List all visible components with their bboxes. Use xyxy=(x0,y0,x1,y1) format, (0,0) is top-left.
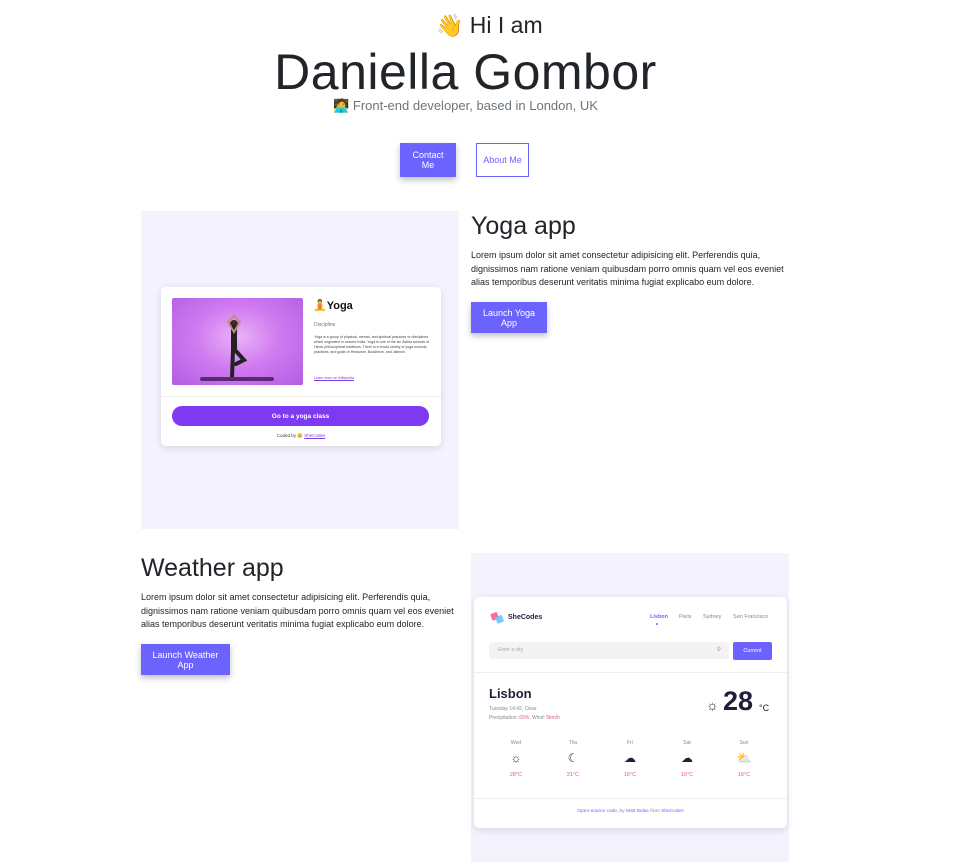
yoga-class-button[interactable]: Go to a yoga class xyxy=(172,406,429,426)
tagline: 🧑‍💻 Front-end developer, based in London… xyxy=(333,98,598,113)
search-placeholder: Enter a city xyxy=(498,647,524,653)
weather-city: Lisbon xyxy=(489,686,532,701)
yoga-photo xyxy=(172,298,303,385)
source-code-link[interactable]: Open-source code xyxy=(577,809,616,814)
forecast-temp: 21°C xyxy=(566,772,580,778)
technologist-icon: 🧑‍💻 xyxy=(333,98,350,113)
shecodes-footer-link[interactable]: SheCodes xyxy=(661,809,683,814)
forecast-temp: 16°C xyxy=(623,772,637,778)
search-icon: ⚲ xyxy=(716,647,721,653)
yoga-project-title: Yoga app xyxy=(471,212,576,240)
meditation-icon: 🧘 xyxy=(313,300,327,312)
forecast-temp: 16°C xyxy=(737,772,751,778)
contact-button[interactable]: Contact Me xyxy=(400,143,456,177)
forecast-day: Sun xyxy=(739,740,749,746)
forecast-day: Wed xyxy=(510,740,522,746)
moon-icon: ☾ xyxy=(567,751,579,765)
author-link[interactable]: Matt Delac xyxy=(626,809,649,814)
yoga-mat xyxy=(200,377,274,381)
divider xyxy=(474,672,787,673)
smile-icon: 😊 xyxy=(297,433,303,438)
divider xyxy=(161,396,441,397)
weather-brand: SheCodes xyxy=(508,614,543,621)
weather-preview-card: SheCodes Lisbon Paris Sydney San Francis… xyxy=(474,597,787,828)
sun-icon: ☼ xyxy=(510,751,522,765)
page-title: Daniella Gombor xyxy=(274,44,657,100)
yoga-credit: Coded by 😊 SheCodes xyxy=(276,433,326,438)
city-tab-paris[interactable]: Paris xyxy=(679,614,692,620)
forecast-day: Sat xyxy=(683,740,691,746)
sun-icon: ☼ xyxy=(706,697,719,713)
divider xyxy=(474,798,787,799)
about-button[interactable]: About Me xyxy=(476,143,529,177)
weather-project-title: Weather app xyxy=(141,554,284,582)
forecast-day: Fri xyxy=(627,740,633,746)
city-tab-lisbon[interactable]: Lisbon xyxy=(650,614,668,620)
launch-weather-button[interactable]: Launch Weather App xyxy=(141,644,230,675)
cloudy-moon-icon: ☁ xyxy=(681,751,693,765)
partly-sunny-icon: ⛅ xyxy=(736,751,752,765)
shecodes-logo-icon xyxy=(490,612,504,624)
active-tab-indicator xyxy=(656,623,658,625)
greeting: 👋 Hi I am xyxy=(436,12,543,38)
weather-footer: Open-source code, by Matt Delac from She… xyxy=(577,809,684,814)
current-location-button[interactable]: Current xyxy=(733,642,772,660)
city-tab-san-francisco[interactable]: San Francisco xyxy=(733,614,768,620)
shecodes-link[interactable]: SheCodes xyxy=(304,433,325,438)
cloud-icon: ☁ xyxy=(624,751,636,765)
yoga-wiki-link[interactable]: Learn more on Wikipedia xyxy=(314,376,354,380)
city-tab-sydney[interactable]: Sydney xyxy=(703,614,721,620)
city-search-input[interactable]: Enter a city ⚲ xyxy=(489,642,729,659)
current-temperature: 28 xyxy=(723,686,754,716)
weather-date: Tuesday 14:42, Clear xyxy=(489,706,537,712)
weather-details: Precipitation: 65%, Wind: 5km/h xyxy=(489,715,560,721)
forecast-temp: 16°C xyxy=(680,772,694,778)
forecast-temp: 28°C xyxy=(509,772,523,778)
yoga-title: 🧘Yoga xyxy=(313,300,353,312)
waving-hand-icon: 👋 xyxy=(436,13,464,38)
temperature-unit: °C xyxy=(759,703,770,713)
yoga-description: Yoga is a group of physical, mental, and… xyxy=(314,335,430,354)
weather-project-description: Lorem ipsum dolor sit amet consectetur a… xyxy=(141,592,454,630)
launch-yoga-button[interactable]: Launch Yoga App xyxy=(471,302,547,333)
yoga-person-illustration xyxy=(226,314,248,380)
yoga-project-description: Lorem ipsum dolor sit amet consectetur a… xyxy=(471,250,784,288)
forecast-day: Thu xyxy=(568,740,578,746)
yoga-preview-card: 🧘Yoga Discipline Yoga is a group of phys… xyxy=(161,287,441,446)
yoga-subtitle: Discipline xyxy=(314,322,336,328)
